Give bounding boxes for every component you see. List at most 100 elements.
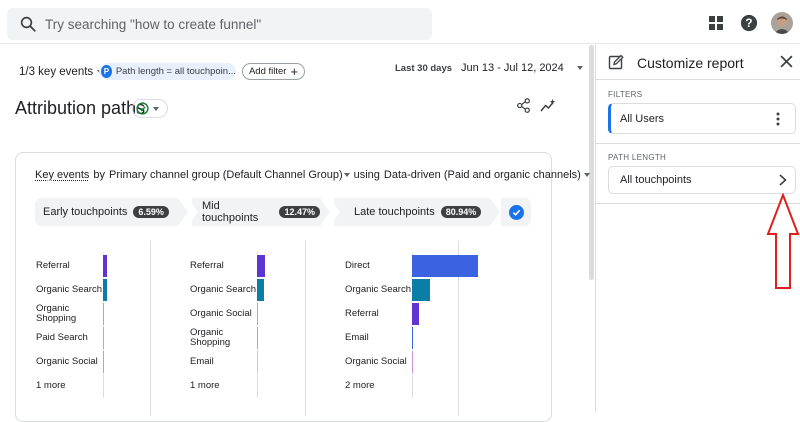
- close-icon[interactable]: [780, 55, 793, 68]
- add-filter-label: Add filter: [248, 66, 287, 77]
- apps-grid-icon[interactable]: [708, 15, 724, 31]
- card-header: Key events by Primary channel group (Def…: [35, 169, 590, 181]
- report-status-button[interactable]: [132, 99, 168, 118]
- filters-section-label: FILTERS: [608, 90, 643, 99]
- channel-label: Referral: [345, 308, 379, 319]
- path-length-selector[interactable]: All touchpoints: [608, 166, 796, 194]
- metric-selector[interactable]: Key events: [35, 169, 89, 181]
- path-length-filter-chip[interactable]: P Path length = all touchpoin...: [99, 63, 236, 80]
- date-preset-label: Last 30 days: [395, 62, 453, 74]
- check-circle-icon: [508, 204, 524, 220]
- top-bar: ?: [0, 0, 800, 44]
- filter-value: All Users: [620, 112, 665, 125]
- caret-down-icon: [576, 66, 583, 70]
- path-length-value: All touchpoints: [620, 174, 692, 186]
- divider: [596, 143, 800, 144]
- channel-label: Organic Search: [190, 284, 257, 295]
- svg-text:?: ?: [745, 17, 752, 30]
- channel-label: 1 more: [190, 380, 220, 391]
- avatar[interactable]: [771, 12, 793, 34]
- filter-all-users[interactable]: All Users: [608, 103, 796, 134]
- share-icon[interactable]: [516, 98, 531, 113]
- key-events-selector[interactable]: 1/3 key events: [19, 63, 104, 81]
- caret-down-icon[interactable]: [343, 173, 350, 177]
- channel-label: Referral: [190, 260, 224, 271]
- stage-percent-badge: 80.94%: [440, 206, 482, 218]
- search-input[interactable]: [45, 8, 415, 40]
- stage-chevron: [178, 198, 188, 226]
- stage-notch: [188, 198, 198, 226]
- stage-chevron: [320, 198, 330, 226]
- help-icon[interactable]: ?: [740, 14, 758, 32]
- channel-label: 1 more: [36, 380, 66, 391]
- customize-edit-icon: [608, 54, 624, 70]
- date-range-selector[interactable]: Last 30 days Jun 13 - Jul 12, 2024: [395, 61, 583, 75]
- stage-percent-badge: 12.47%: [279, 206, 320, 218]
- channel-label: 2 more: [345, 380, 375, 391]
- by-text: by: [93, 169, 106, 181]
- stage-percent-badge: 6.59%: [133, 206, 169, 218]
- stage-late[interactable]: Late touchpoints 80.94%: [334, 198, 490, 226]
- channel-label: Organic Shopping: [190, 327, 231, 348]
- stage-label: Mid touchpoints: [202, 200, 259, 224]
- divider: [596, 79, 800, 80]
- insights-icon[interactable]: [540, 98, 556, 113]
- channel-bar[interactable]: [257, 255, 265, 277]
- channel-label: Organic Social: [36, 356, 98, 367]
- caret-down-icon[interactable]: [583, 173, 590, 177]
- dimension-selector[interactable]: Primary channel group (Default Channel G…: [109, 169, 343, 181]
- channel-label: Organic Social: [345, 356, 407, 367]
- stage-chevron: [490, 198, 500, 226]
- channel-label: Organic Search: [345, 284, 412, 295]
- stage-label: Late touchpoints: [354, 206, 435, 218]
- using-text: using: [353, 169, 380, 181]
- search-box[interactable]: [7, 8, 432, 40]
- more-options-icon[interactable]: [776, 112, 780, 126]
- channel-bar[interactable]: [103, 327, 104, 349]
- channel-label: Email: [345, 332, 369, 343]
- annotation-arrow-icon: [766, 193, 800, 289]
- channel-label: Direct: [345, 260, 370, 271]
- channel-bar[interactable]: [103, 375, 104, 397]
- channel-bar[interactable]: [257, 303, 258, 325]
- channel-bar[interactable]: [103, 303, 104, 325]
- scrollbar[interactable]: [589, 45, 594, 280]
- key-events-dropdown[interactable]: 1/3 key events: [19, 66, 104, 78]
- path-chip-label: Path length = all touchpoin...: [115, 66, 236, 77]
- channel-bar[interactable]: [412, 327, 413, 349]
- chevron-right-icon[interactable]: [778, 174, 787, 186]
- date-range-value: Jun 13 - Jul 12, 2024: [461, 62, 564, 74]
- channel-bar[interactable]: [257, 327, 258, 349]
- stage-label: Early touchpoints: [43, 206, 128, 218]
- channel-bar[interactable]: [103, 351, 104, 373]
- caret-down-icon: [153, 106, 159, 111]
- channel-label: Referral: [36, 260, 70, 271]
- path-length-section-label: PATH LENGTH: [608, 153, 667, 162]
- channel-bar[interactable]: [103, 279, 107, 301]
- search-icon: [20, 16, 36, 32]
- panel-title: Customize report: [637, 55, 744, 71]
- channel-bar[interactable]: [257, 351, 258, 373]
- model-selector[interactable]: Data-driven (Paid and organic channels): [384, 169, 581, 181]
- page-title: Attribution paths: [15, 98, 146, 118]
- add-filter-button[interactable]: Add filter +: [242, 63, 305, 80]
- channel-label: Email: [190, 356, 214, 367]
- channel-bar[interactable]: [412, 375, 413, 397]
- channel-bar[interactable]: [257, 279, 264, 301]
- column-divider: [305, 241, 306, 416]
- column-divider: [150, 241, 151, 416]
- channel-bar[interactable]: [103, 255, 107, 277]
- channel-bar[interactable]: [412, 255, 478, 277]
- stage-mid[interactable]: Mid touchpoints 12.47%: [192, 198, 320, 226]
- plus-icon: +: [290, 63, 299, 79]
- channel-label: Organic Shopping: [36, 303, 77, 324]
- channel-label: Paid Search: [36, 332, 88, 343]
- apply-stages-button[interactable]: [501, 198, 531, 226]
- channel-bar[interactable]: [412, 303, 419, 325]
- stage-early[interactable]: Early touchpoints 6.59%: [35, 198, 178, 226]
- stage-notch: [330, 198, 340, 226]
- channel-bar[interactable]: [412, 279, 430, 301]
- channel-bar[interactable]: [257, 375, 258, 397]
- channel-bar[interactable]: [412, 351, 413, 373]
- key-events-label: 1/3 key events: [19, 66, 94, 78]
